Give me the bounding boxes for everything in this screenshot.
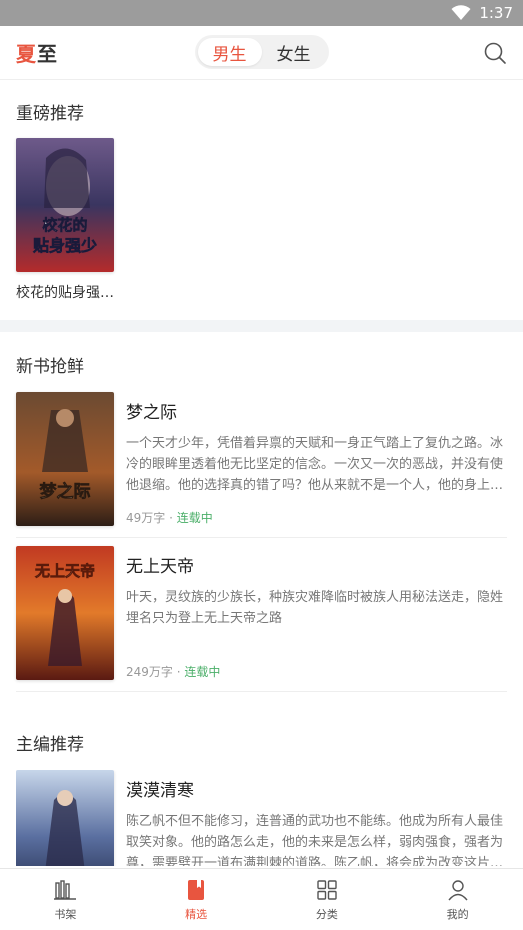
cover-title: 梦之际 xyxy=(40,481,91,502)
section-title-editor-picks: 主编推荐 xyxy=(16,735,84,755)
book-row[interactable]: 漠漠清寒 陈乙帆不但不能修习，连普通的武功也不能练。他成为所有人最佳取笑对象。他… xyxy=(16,770,507,866)
tab-label: 精选 xyxy=(185,907,208,921)
bookshelf-icon xyxy=(54,879,77,900)
user-icon xyxy=(448,879,468,900)
book-status: 连载中 xyxy=(176,511,213,525)
tab-category[interactable]: 分类 xyxy=(262,869,393,930)
book-status: 连载中 xyxy=(184,665,221,679)
book-row[interactable]: 无上天帝 无上天帝 叶天，灵纹族的少族长，种族灾难降临时被族人用秘法送走，隐姓埋… xyxy=(16,546,507,692)
app-header: 夏至 男生 女生 xyxy=(0,26,523,80)
bookmark-book-icon xyxy=(188,879,205,900)
book-cover[interactable]: 梦之际 xyxy=(16,392,114,526)
book-info: 无上天帝 叶天，灵纹族的少族长，种族灾难降临时被族人用秘法送走，隐姓埋名只为登上… xyxy=(126,546,507,680)
tab-mine[interactable]: 我的 xyxy=(392,869,523,930)
book-word-count: 49万字 xyxy=(126,511,166,525)
section-title-new-books: 新书抢鲜 xyxy=(16,357,84,377)
book-title[interactable]: 无上天帝 xyxy=(126,552,507,577)
logo-part-1: 夏 xyxy=(16,42,37,66)
cover-title-line2: 贴身强少 xyxy=(33,236,97,255)
tab-male[interactable]: 男生 xyxy=(197,38,262,66)
book-cover-art: 无上天帝 xyxy=(16,546,114,680)
tab-label: 我的 xyxy=(446,907,469,921)
book-description: 陈乙帆不但不能修习，连普通的武功也不能练。他成为所有人最佳取笑对象。他的路怎么走… xyxy=(126,814,504,866)
book-info: 梦之际 一个天才少年，凭借着异禀的天赋和一身正气踏上了复仇之路。冰冷的眼眸里透着… xyxy=(126,392,507,526)
section-divider xyxy=(0,320,523,332)
book-row[interactable]: 梦之际 梦之际 一个天才少年，凭借着异禀的天赋和一身正气踏上了复仇之路。冰冷的眼… xyxy=(16,392,507,538)
book-cover-art xyxy=(16,770,114,866)
book-cover[interactable]: 校花的 贴身强少 xyxy=(16,138,114,272)
book-cover[interactable]: 无上天帝 xyxy=(16,546,114,680)
search-icon[interactable] xyxy=(483,41,507,65)
status-time: 1:37 xyxy=(479,4,513,22)
book-cover[interactable] xyxy=(16,770,114,866)
app-logo: 夏至 xyxy=(16,38,58,67)
book-description: 叶天，灵纹族的少族长，种族灾难降临时被族人用秘法送走，隐姓埋名只为登上无上天帝之… xyxy=(126,590,504,626)
featured-book-title[interactable]: 校花的贴身强… xyxy=(16,282,116,302)
featured-book-card[interactable]: 校花的 贴身强少 校花的贴身强… xyxy=(16,138,116,302)
tab-female[interactable]: 女生 xyxy=(262,38,326,66)
wifi-icon xyxy=(451,5,471,20)
book-description: 一个天才少年，凭借着异禀的天赋和一身正气踏上了复仇之路。冰冷的眼眸里透着他无比坚… xyxy=(126,436,504,493)
tab-featured[interactable]: 精选 xyxy=(131,869,262,930)
book-word-count: 249万字 xyxy=(126,665,173,679)
book-title[interactable]: 梦之际 xyxy=(126,398,507,423)
book-meta: 249万字 · 连载中 xyxy=(126,665,221,679)
book-cover-art: 梦之际 xyxy=(16,392,114,526)
tab-bookshelf[interactable]: 书架 xyxy=(0,869,131,930)
tab-label: 分类 xyxy=(315,907,338,921)
book-cover-art: 校花的 贴身强少 xyxy=(16,138,114,272)
status-bar: 1:37 xyxy=(0,0,523,26)
cover-title-line1: 校花的 xyxy=(42,216,87,234)
logo-part-2: 至 xyxy=(37,42,58,66)
section-title-featured: 重磅推荐 xyxy=(16,104,84,124)
book-meta: 49万字 · 连载中 xyxy=(126,511,213,525)
tab-label: 书架 xyxy=(54,907,77,921)
book-info: 漠漠清寒 陈乙帆不但不能修习，连普通的武功也不能练。他成为所有人最佳取笑对象。他… xyxy=(126,770,507,866)
gender-switch: 男生 女生 xyxy=(194,35,329,69)
cover-title: 无上天帝 xyxy=(34,562,95,580)
bottom-tab-bar: 书架 精选 分类 我的 xyxy=(0,868,523,930)
grid-icon xyxy=(317,879,337,900)
book-title[interactable]: 漠漠清寒 xyxy=(126,776,507,801)
